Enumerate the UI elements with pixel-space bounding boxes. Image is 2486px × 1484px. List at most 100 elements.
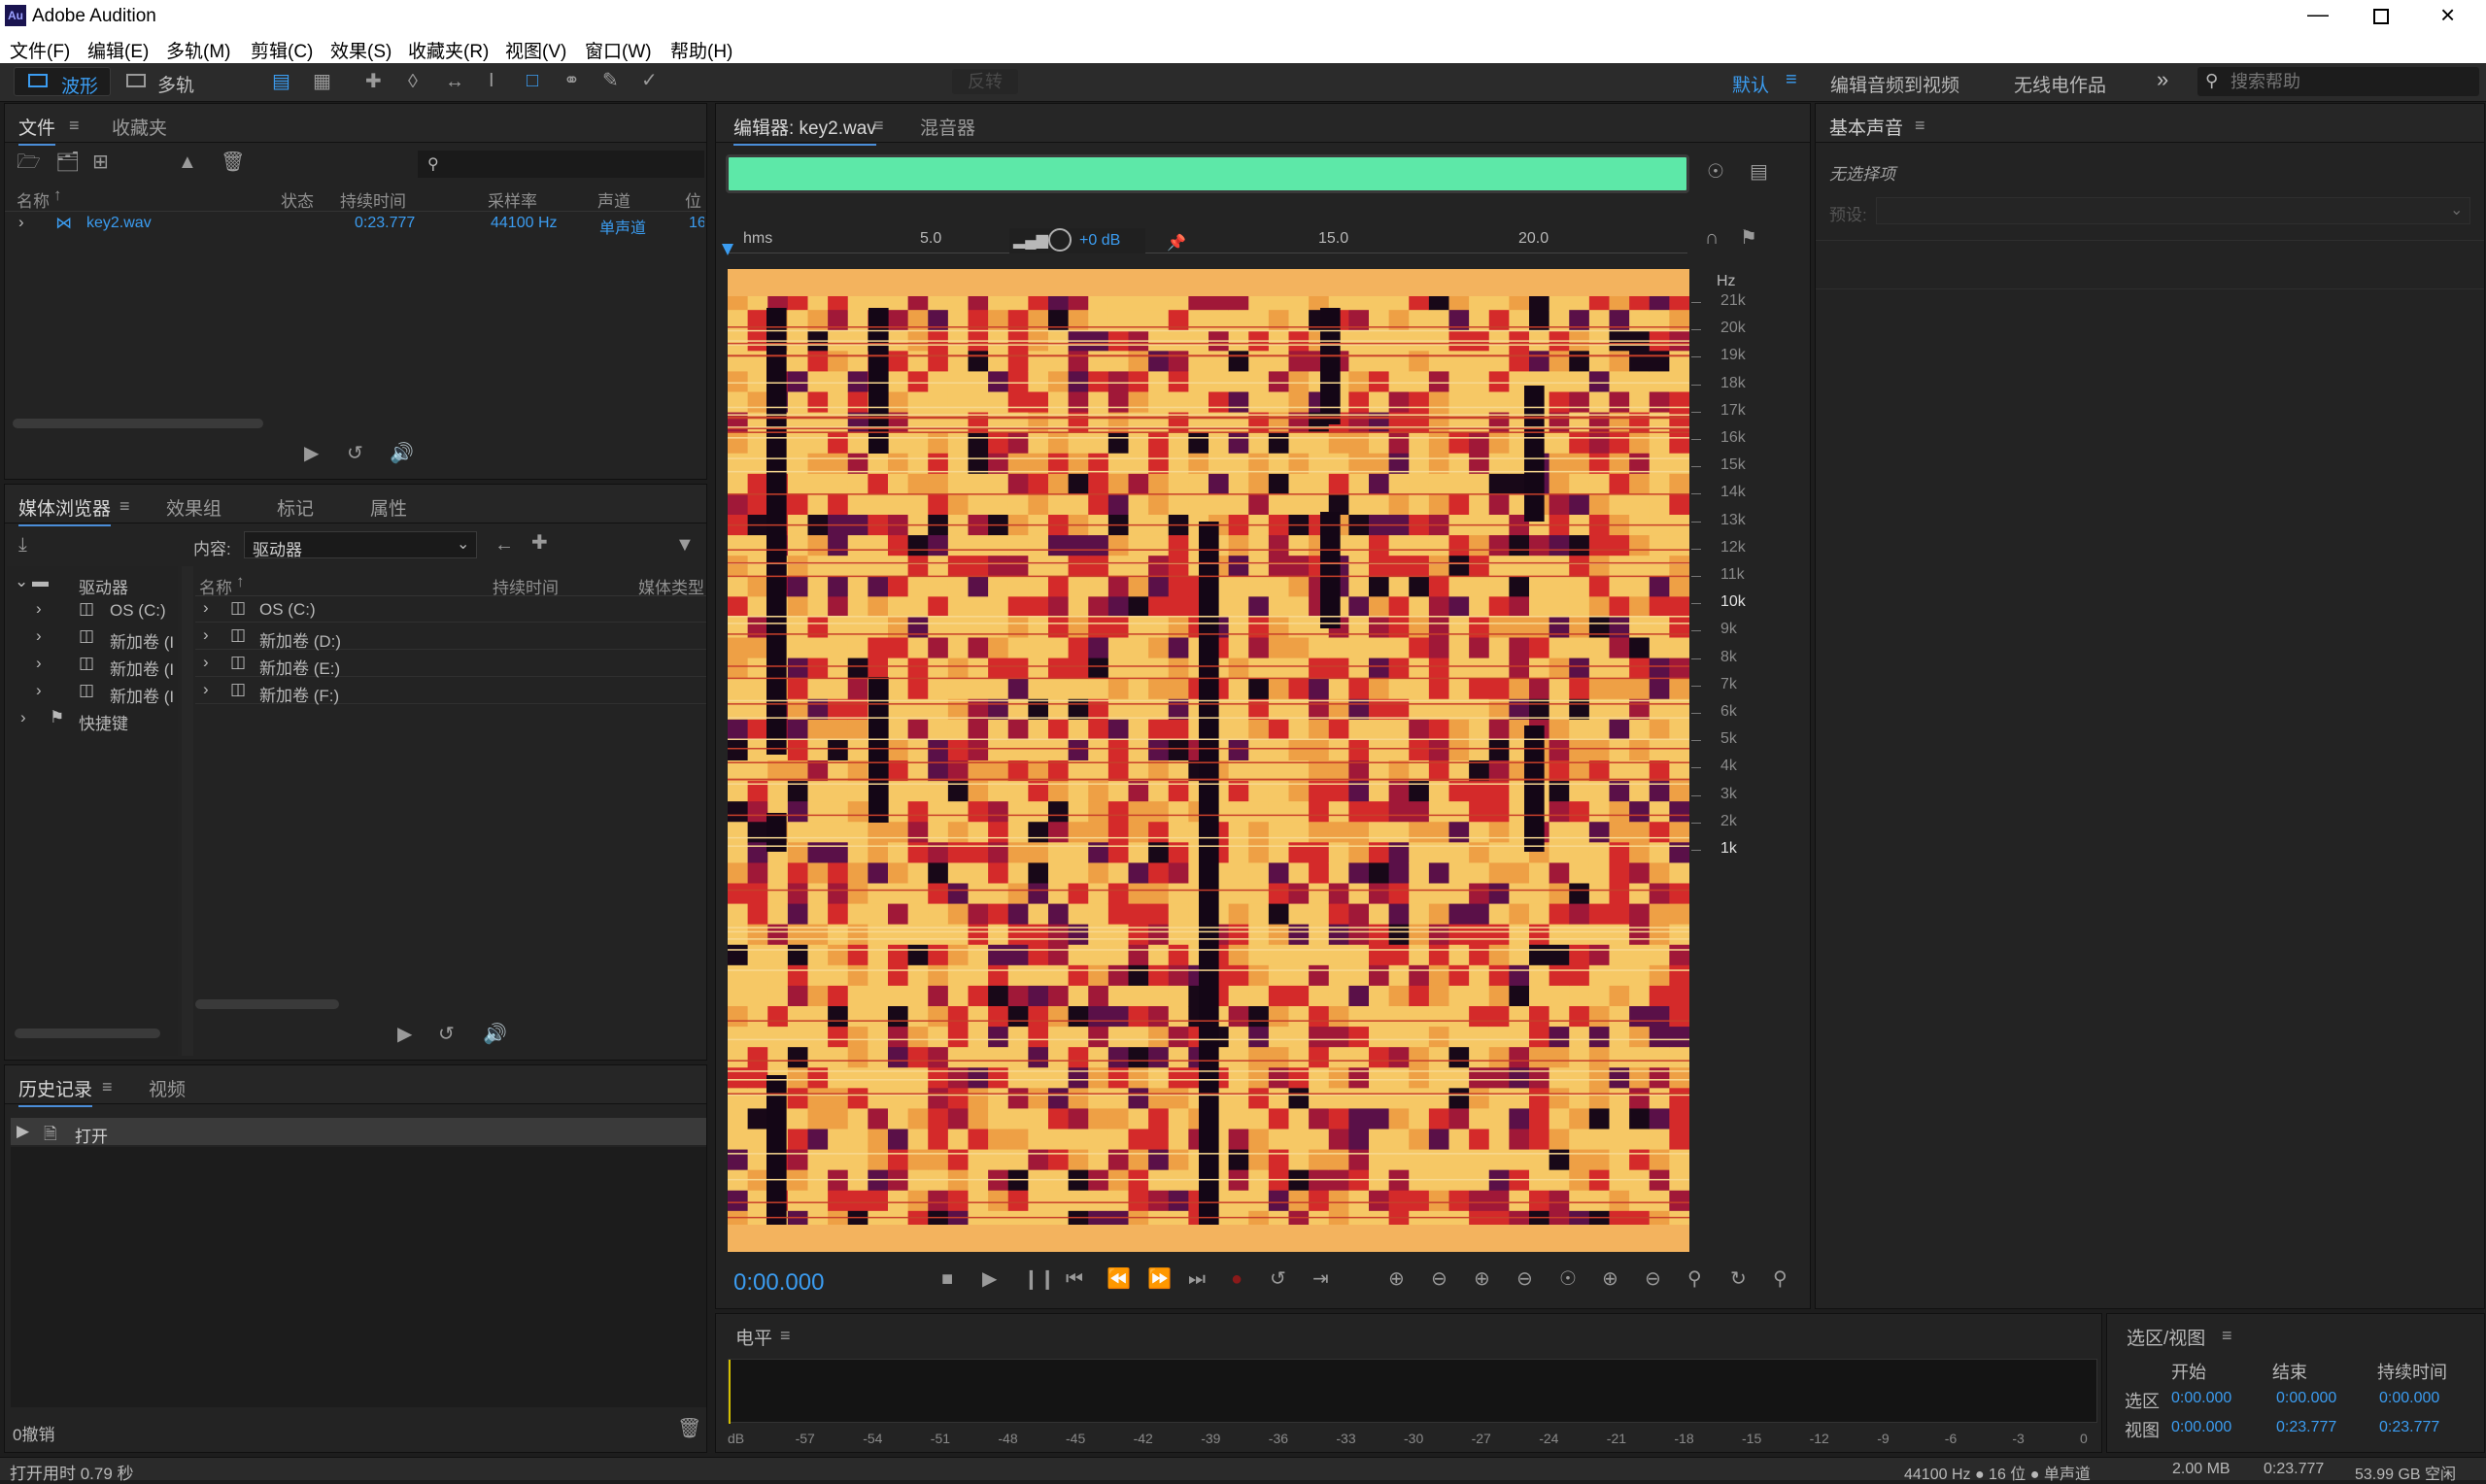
menu-multitrack[interactable]: 多轨(M) xyxy=(166,37,230,63)
list-item[interactable]: › ◫ 新加卷 (F:) xyxy=(195,679,706,705)
essential-sound-title[interactable]: 基本声音 xyxy=(1829,114,1903,140)
preset-dropdown[interactable]: ⌄ xyxy=(1876,197,2470,224)
pause-icon[interactable]: ❙❙ xyxy=(1023,1269,1056,1289)
col-status[interactable]: 状态 xyxy=(281,187,314,212)
fast-forward-icon[interactable]: ⏩ xyxy=(1147,1269,1172,1289)
workspace-menu-icon[interactable]: ≡ xyxy=(1786,69,1797,91)
loop-playback-icon[interactable]: ↺ xyxy=(1270,1269,1286,1289)
files-panel-menu-icon[interactable]: ≡ xyxy=(69,116,80,135)
add-shortcut-icon[interactable]: ✚ xyxy=(531,533,548,553)
view-end[interactable]: 0:23.777 xyxy=(2276,1419,2336,1436)
record-icon[interactable]: ● xyxy=(1231,1269,1243,1289)
trash-icon[interactable]: 🗑 xyxy=(677,1419,701,1438)
menu-favorites[interactable]: 收藏夹(R) xyxy=(408,37,489,63)
zoom-reset-all-icon[interactable]: ⚲ xyxy=(1773,1269,1788,1289)
menu-edit[interactable]: 编辑(E) xyxy=(87,37,149,63)
tab-favorites[interactable]: 收藏夹 xyxy=(112,114,167,140)
selection-menu-icon[interactable]: ≡ xyxy=(2222,1326,2232,1345)
time-ruler[interactable]: hms 5.0 15.0 20.0 xyxy=(722,224,1687,255)
menu-window[interactable]: 窗口(W) xyxy=(585,37,652,63)
skip-end-icon[interactable]: ⏭ xyxy=(1188,1269,1206,1289)
view-duration[interactable]: 0:23.777 xyxy=(2379,1419,2439,1436)
selection-duration[interactable]: 0:00.000 xyxy=(2379,1390,2439,1407)
slip-tool-icon[interactable]: ↔ xyxy=(445,72,464,91)
table-row[interactable]: › ⋈ key2.wav 0:23.777 44100 Hz 单声道 16 xyxy=(5,213,706,237)
list-item[interactable]: › ⚑ 快捷键 xyxy=(7,708,178,733)
razor-tool-icon[interactable]: ◊ xyxy=(408,72,418,91)
history-menu-icon[interactable]: ≡ xyxy=(102,1077,113,1096)
play-icon[interactable]: ▶ xyxy=(304,444,319,463)
zoom-out-time-icon[interactable]: ⊖ xyxy=(1516,1269,1533,1289)
zoom-in-time-icon[interactable]: ⊕ xyxy=(1474,1269,1490,1289)
tab-effects-rack[interactable]: 效果组 xyxy=(166,494,221,521)
zoom-in-amplitude-icon[interactable]: ⊕ xyxy=(1388,1269,1405,1289)
workspace-default[interactable]: 默认 xyxy=(1732,71,1769,97)
stop-icon[interactable]: ■ xyxy=(941,1269,953,1289)
zoom-full-icon[interactable]: ☉ xyxy=(1559,1269,1577,1289)
col-samplerate[interactable]: 采样率 xyxy=(488,187,537,212)
help-search-input[interactable] xyxy=(2231,70,2473,93)
editor-menu-icon[interactable]: ≡ xyxy=(873,116,884,135)
col-name[interactable]: 名称 xyxy=(17,187,50,212)
hud-gain[interactable]: ▂▄▆ +0 dB xyxy=(1009,228,1145,253)
workspace-more-icon[interactable]: » xyxy=(2157,67,2168,92)
list-item[interactable]: › ◫ 新加卷 (E:) xyxy=(195,652,706,678)
col-duration[interactable]: 持续时间 xyxy=(340,187,406,212)
loop-icon[interactable]: ↺ xyxy=(438,1025,455,1044)
menu-effects[interactable]: 效果(S) xyxy=(330,37,392,63)
autoplay-icon[interactable]: 🔊 xyxy=(390,444,414,463)
rewind-icon[interactable]: ⏪ xyxy=(1107,1269,1131,1289)
col-channels[interactable]: 声道 xyxy=(597,187,630,212)
files-scrollbar[interactable] xyxy=(13,419,263,428)
play-icon[interactable]: ▶ xyxy=(397,1025,412,1044)
menu-clip[interactable]: 剪辑(C) xyxy=(251,37,313,63)
insert-icon[interactable]: ▲ xyxy=(178,152,197,172)
list-item[interactable]: › ◫ OS (C:) xyxy=(7,599,178,623)
menu-help[interactable]: 帮助(H) xyxy=(670,37,732,63)
marker-icon[interactable]: ⚑ xyxy=(1740,228,1757,248)
list-item[interactable]: › ◫ 新加卷 (I xyxy=(7,626,178,652)
view-start[interactable]: 0:00.000 xyxy=(2171,1419,2231,1436)
marquee-tool-icon[interactable]: □ xyxy=(527,71,538,90)
workspace-edit-video[interactable]: 编辑音频到视频 xyxy=(1830,71,1959,97)
autoplay-icon[interactable]: 🔊 xyxy=(483,1025,507,1044)
tab-properties[interactable]: 属性 xyxy=(370,494,407,521)
splitter-handle[interactable] xyxy=(182,566,193,1056)
time-selection-icon[interactable]: I xyxy=(489,71,494,90)
invert-button[interactable]: 反转 xyxy=(952,69,1018,94)
selection-start[interactable]: 0:00.000 xyxy=(2171,1390,2231,1407)
list-item[interactable]: › ◫ 新加卷 (D:) xyxy=(195,624,706,651)
media-menu-icon[interactable]: ≡ xyxy=(119,496,130,516)
tab-files[interactable]: 文件 xyxy=(18,114,56,146)
import-icon[interactable]: 🗂 xyxy=(55,152,80,172)
menu-view[interactable]: 视图(V) xyxy=(505,37,566,63)
brush-tool-icon[interactable]: ✎ xyxy=(602,71,619,90)
list-item[interactable]: › ◫ 新加卷 (I xyxy=(7,654,178,679)
pin-icon[interactable]: 📌 xyxy=(1167,234,1186,253)
new-file-icon[interactable]: ⊞ xyxy=(92,152,109,172)
essential-menu-icon[interactable]: ≡ xyxy=(1915,116,1925,135)
tab-editor[interactable]: 编辑器: key2.wav xyxy=(733,114,876,146)
zoom-in-point-icon[interactable]: ⊕ xyxy=(1602,1269,1618,1289)
delete-icon[interactable]: 🗑 xyxy=(221,152,245,172)
zoom-selection-icon[interactable]: ⚲ xyxy=(1687,1269,1702,1289)
list-item[interactable]: ▶ 🗎 打开 xyxy=(11,1118,706,1146)
snap-magnet-icon[interactable]: ∩ xyxy=(1705,228,1719,248)
tree-scrollbar[interactable] xyxy=(15,1029,160,1038)
overview-navigator[interactable] xyxy=(726,154,1689,193)
tab-video[interactable]: 视频 xyxy=(149,1075,186,1101)
workspace-radio[interactable]: 无线电作品 xyxy=(2014,71,2106,97)
close-icon[interactable]: × xyxy=(2440,0,2455,30)
gain-knob-icon[interactable] xyxy=(1048,228,1072,252)
menu-file[interactable]: 文件(F) xyxy=(10,37,70,63)
skip-selection-icon[interactable]: ⇥ xyxy=(1312,1269,1329,1289)
tab-markers[interactable]: 标记 xyxy=(277,494,314,521)
col-bits[interactable]: 位 xyxy=(685,187,701,212)
tab-mixer[interactable]: 混音器 xyxy=(920,114,975,140)
filter-icon[interactable]: ▼ xyxy=(675,535,695,555)
skip-start-icon[interactable]: ⏮ xyxy=(1066,1269,1083,1289)
zoom-out-point-icon[interactable]: ⊖ xyxy=(1645,1269,1661,1289)
download-icon[interactable]: ⤓ xyxy=(18,535,27,555)
tab-history[interactable]: 历史记录 xyxy=(18,1075,93,1107)
spectral-pitch-icon[interactable]: ▦ xyxy=(313,72,331,91)
